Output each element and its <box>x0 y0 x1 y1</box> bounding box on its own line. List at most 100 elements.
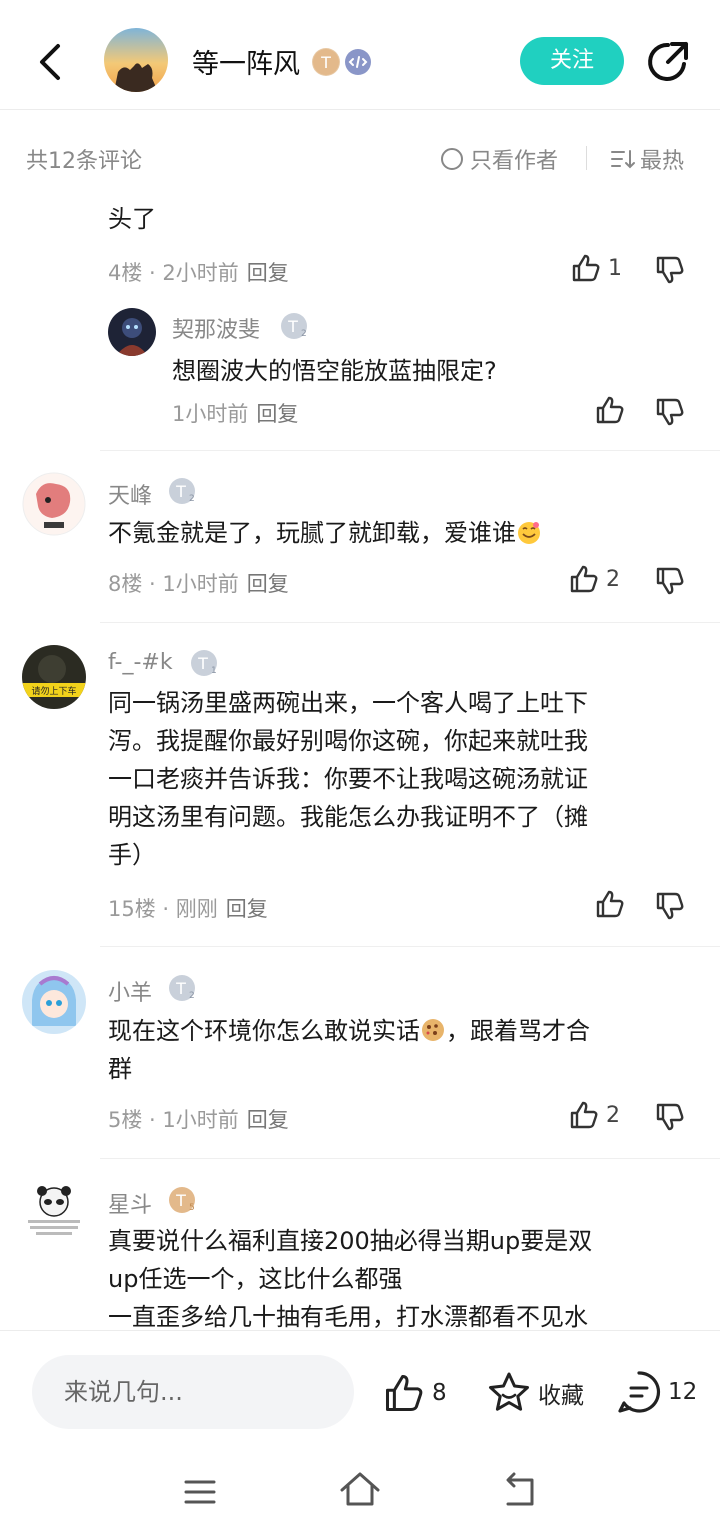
reply-author-name[interactable]: 契那波斐 <box>172 312 260 344</box>
commenter-avatar[interactable] <box>22 472 86 536</box>
creator-badge-icon <box>344 48 372 76</box>
comment-count-label: 共12条评论 <box>26 149 142 174</box>
sort-label: 最热 <box>640 149 685 174</box>
svg-text:T: T <box>175 482 186 501</box>
svg-text:2: 2 <box>189 494 195 504</box>
svg-text:T: T <box>175 979 186 998</box>
comment-text: 头了 <box>108 205 156 233</box>
reply-button[interactable]: 回复 <box>247 1108 289 1132</box>
menu-icon[interactable] <box>180 1474 220 1510</box>
comment-text-body: 不氪金就是了，玩腻了就卸载，爱谁谁 <box>108 519 516 547</box>
comment-line: 现在这个环境你怎么敢说实话 <box>108 1017 420 1045</box>
like-count: 1 <box>608 255 622 281</box>
post-like-button[interactable]: 8 <box>382 1371 447 1415</box>
commenter-name[interactable]: 星斗 <box>108 1187 152 1219</box>
comment-divider <box>100 1158 720 1159</box>
sort-toggle[interactable]: 最热 <box>610 143 684 175</box>
star-icon <box>489 1372 529 1411</box>
commenter-name[interactable]: 天峰 <box>108 478 152 510</box>
commenter-name[interactable]: 小羊 <box>108 975 152 1007</box>
time-label: 1小时前 <box>172 402 249 426</box>
thumbs-down-icon[interactable] <box>654 1101 686 1133</box>
time-label: 刚刚 <box>175 897 218 921</box>
comment-meta: 15楼 · 刚刚 回复 <box>108 897 268 921</box>
home-icon[interactable] <box>338 1470 382 1510</box>
reply-button[interactable]: 回复 <box>256 402 298 426</box>
comment-input[interactable]: 来说几句... <box>32 1355 354 1429</box>
svg-text:T: T <box>287 317 298 336</box>
like-count: 2 <box>606 566 620 592</box>
svg-text:1: 1 <box>211 666 217 676</box>
comment-line: 群 <box>108 1055 132 1083</box>
bottom-action-bar: 来说几句... 8 收藏 12 <box>0 1330 720 1450</box>
comments-button[interactable]: 12 <box>616 1369 697 1415</box>
only-author-label: 只看作者 <box>470 149 559 174</box>
svg-text:T: T <box>197 654 208 673</box>
author-name: 等一阵风 <box>192 49 300 80</box>
cookie-emoji-icon <box>422 1019 444 1041</box>
app-root: 等一阵风 T 关注 共12条评论 只看作者 最热 头了 4楼 · 2小时前 回复 … <box>0 0 720 1533</box>
commenter-avatar[interactable] <box>22 1182 86 1246</box>
comment-text: 不氪金就是了，玩腻了就卸载，爱谁谁 <box>108 514 542 552</box>
comment-meta: 5楼 · 1小时前 回复 <box>108 1108 289 1132</box>
top-header: 等一阵风 T 关注 <box>0 0 720 110</box>
thumbs-down-icon[interactable] <box>654 565 686 597</box>
thumbs-down-icon[interactable] <box>654 254 686 286</box>
floor-label: 8楼 <box>108 572 143 596</box>
toolbar-divider <box>586 146 587 170</box>
reply-avatar[interactable] <box>108 308 156 356</box>
thumbs-up-icon <box>570 1101 598 1129</box>
comment-line: 同一锅汤里盛两碗出来，一个客人喝了上吐下 <box>108 689 588 717</box>
floor-label: 15楼 <box>108 897 156 921</box>
only-author-toggle[interactable]: 只看作者 <box>440 143 558 175</box>
back-nav-icon[interactable] <box>498 1472 542 1510</box>
comment-divider <box>100 622 720 623</box>
follow-button[interactable]: 关注 <box>520 37 624 85</box>
thumbs-down-icon[interactable] <box>654 396 686 428</box>
level-badge-icon: T2 <box>281 313 307 339</box>
commenter-avatar[interactable] <box>22 970 86 1034</box>
commenter-avatar[interactable]: 请勿上下车 <box>22 645 86 709</box>
floor-label: 4楼 <box>108 261 143 285</box>
reply-button[interactable]: 回复 <box>226 897 268 921</box>
like-button[interactable]: 2 <box>568 1099 620 1131</box>
svg-text:2: 2 <box>301 329 307 339</box>
reply-text: 想圈波大的悟空能放蓝抽限定? <box>172 357 497 385</box>
reply-button[interactable]: 回复 <box>247 261 289 285</box>
radio-circle-icon <box>441 148 463 170</box>
level-badge-icon: T1 <box>191 650 217 676</box>
svg-text:T: T <box>320 53 331 72</box>
favorite-label: 收藏 <box>538 1383 584 1409</box>
thumbs-up-icon[interactable] <box>594 888 626 920</box>
comment-line: 手） <box>108 841 156 869</box>
svg-text:T: T <box>175 1191 186 1210</box>
sort-icon <box>611 150 635 169</box>
like-button[interactable]: 2 <box>568 563 620 595</box>
comment-line: 泻。我提醒你最好别喝你这碗，你起来就吐我 <box>108 727 588 755</box>
time-label: 2小时前 <box>162 261 239 285</box>
level-badge-icon: T <box>312 48 340 76</box>
commenter-name[interactable]: f-_-#k <box>108 650 173 675</box>
svg-text:5: 5 <box>189 1203 195 1213</box>
comment-line: 真要说什么福利直接200抽必得当期up要是双 <box>108 1227 593 1255</box>
back-arrow-icon[interactable] <box>28 38 76 86</box>
comment-meta: 4楼 · 2小时前 回复 <box>108 261 289 285</box>
comment-divider <box>100 450 720 451</box>
level-badge-icon: T5 <box>169 1187 195 1213</box>
comment-text: 同一锅汤里盛两碗出来，一个客人喝了上吐下 泻。我提醒你最好别喝你这碗，你起来就吐… <box>108 684 688 874</box>
favorite-button[interactable]: 收藏 <box>486 1371 584 1415</box>
level-badge-icon: T2 <box>169 478 195 504</box>
share-icon[interactable] <box>644 38 692 86</box>
like-count: 2 <box>606 1102 620 1128</box>
like-button[interactable]: 1 <box>570 252 622 284</box>
thumbs-down-icon[interactable] <box>654 890 686 922</box>
thumbs-up-icon <box>385 1374 423 1412</box>
thumbs-up-icon[interactable] <box>594 394 626 426</box>
floor-label: 5楼 <box>108 1108 143 1132</box>
reply-button[interactable]: 回复 <box>247 572 289 596</box>
svg-text:2: 2 <box>189 991 195 1001</box>
author-avatar[interactable] <box>104 28 168 92</box>
comment-meta: 8楼 · 1小时前 回复 <box>108 572 289 596</box>
reply-meta: 1小时前 回复 <box>172 398 298 428</box>
smile-emoji-icon <box>518 522 540 544</box>
